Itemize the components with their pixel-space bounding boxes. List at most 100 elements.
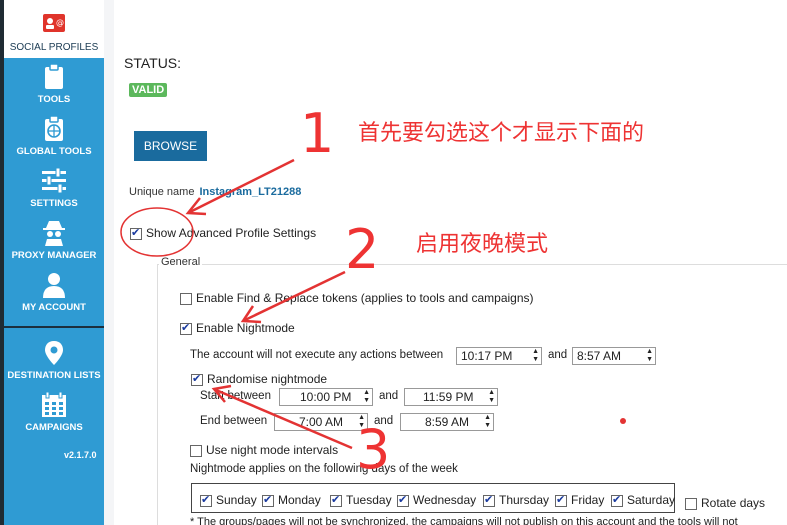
end-to-time-picker[interactable]: 8:59 AM ▲ ▼ [400,413,494,431]
night-end-time-picker[interactable]: 8:57 AM ▲ ▼ [572,347,656,365]
intervals-label[interactable]: Use night mode intervals [206,443,338,457]
sidebar-item-proxy-manager[interactable]: PROXY MANAGER [4,220,104,261]
browse-button[interactable]: BROWSE [134,131,207,161]
day-checkbox[interactable] [611,493,623,507]
find-replace-checkbox[interactable] [180,292,192,305]
map-pin-icon [45,341,63,365]
sliders-icon [42,168,66,194]
start-to-value: 11:59 PM [423,390,474,404]
day-sunday[interactable]: Sunday [200,493,257,507]
day-monday[interactable]: Monday [262,493,321,507]
annotation-number-1: 1 [300,102,335,165]
day-label: Wednesday [413,493,477,507]
status-label: STATUS: [124,55,182,71]
day-checkbox[interactable] [200,493,212,507]
sidebar-item-my-account[interactable]: MY ACCOUNT [4,272,104,313]
day-friday[interactable]: Friday [555,493,604,507]
status-badge: VALID [129,83,168,97]
randomise-row: Randomise nightmode [191,372,327,386]
sidebar-item-settings[interactable]: SETTINGS [4,168,104,209]
day-label: Tuesday [346,493,392,507]
and-text: and [379,390,399,402]
annotation-note-1: 首先要勾选这个才显示下面的 [358,121,645,146]
night-start-time-picker[interactable]: 10:17 PM ▲ ▼ [456,347,542,365]
sidebar-item-label: SETTINGS [30,198,78,209]
day-checkbox[interactable] [397,493,409,507]
sidebar-item-social-profiles[interactable]: @ SOCIAL PROFILES [4,0,104,58]
annotation-note-2: 启用夜晚模式 [416,232,549,257]
spinner-arrows-icon[interactable]: ▲ ▼ [488,389,495,405]
find-replace-label[interactable]: Enable Find & Replace tokens (applies to… [196,291,534,305]
footnote-text: * The groups/pages will not be synchroni… [190,516,738,525]
nightmode-between-text: The account will not execute any actions… [190,349,444,361]
panel-gutter [104,0,114,525]
rotate-days-checkbox[interactable] [685,497,697,510]
day-checkbox[interactable] [262,493,274,507]
day-tuesday[interactable]: Tuesday [330,493,392,507]
general-legend: General [159,256,203,268]
start-from-value: 10:00 PM [300,390,352,404]
sidebar-item-label: SOCIAL PROFILES [9,42,99,53]
end-to-value: 8:59 AM [425,415,470,429]
night-start-value: 10:17 PM [461,349,513,363]
day-checkbox[interactable] [330,493,342,507]
version-label: v2.1.7.0 [64,450,97,460]
rotate-days-row: Rotate days [685,496,765,510]
day-saturday[interactable]: Saturday [611,493,675,507]
start-between-label: Start between [200,390,271,402]
day-thursday[interactable]: Thursday [483,493,549,507]
day-label: Thursday [499,493,550,507]
day-label: Saturday [627,493,676,507]
show-advanced-checkbox[interactable] [130,226,142,240]
calendar-icon [42,392,66,417]
find-replace-row: Enable Find & Replace tokens (applies to… [180,291,534,305]
night-end-value: 8:57 AM [577,349,622,363]
sidebar-item-label: GLOBAL TOOLS [16,146,92,157]
nightmode-label[interactable]: Enable Nightmode [196,321,295,335]
sidebar-item-destination-lists[interactable]: DESTINATION LISTS [4,340,104,381]
intervals-checkbox[interactable] [190,444,202,457]
sidebar-item-label: PROXY MANAGER [11,250,97,261]
day-wednesday[interactable]: Wednesday [397,493,476,507]
spinner-arrows-icon[interactable]: ▲ ▼ [646,348,653,364]
sidebar-item-campaigns[interactable]: CAMPAIGNS [4,392,104,433]
intervals-row: Use night mode intervals [190,443,338,457]
day-checkbox[interactable] [483,493,495,507]
sidebar-item-tools[interactable]: TOOLS [4,64,104,105]
rotate-days-label[interactable]: Rotate days [701,496,765,510]
randomise-checkbox[interactable] [191,372,203,386]
sidebar: @ SOCIAL PROFILES TOOLS GLOBAL TOOLS SET… [4,0,104,525]
nightmode-row: Enable Nightmode [180,321,295,335]
day-label: Sunday [216,493,257,507]
start-from-time-picker[interactable]: 10:00 PM ▲ ▼ [279,388,373,406]
end-between-label: End between [200,415,268,427]
spinner-arrows-icon[interactable]: ▲ ▼ [532,348,539,364]
end-from-time-picker[interactable]: 7:00 AM ▲ ▼ [274,413,368,431]
sidebar-item-label: DESTINATION LISTS [7,370,101,381]
social-profiles-icon: @ [43,14,65,32]
unique-name-label: Unique name [129,186,195,198]
sidebar-separator [4,326,104,328]
annotation-number-3: 3 [356,418,391,481]
spinner-arrows-icon[interactable]: ▲ ▼ [484,414,491,430]
profile-settings-panel: STATUS: VALID BROWSE Unique name Instagra… [114,0,787,525]
show-advanced-label[interactable]: Show Advanced Profile Settings [146,226,316,240]
annotation-number-2: 2 [345,218,380,281]
and-text: and [548,349,568,361]
applies-text: Nightmode applies on the following days … [190,463,458,475]
start-to-time-picker[interactable]: 11:59 PM ▲ ▼ [404,388,498,406]
show-advanced-row: Show Advanced Profile Settings [130,226,316,240]
spinner-arrows-icon[interactable]: ▲ ▼ [363,389,370,405]
sidebar-item-label: TOOLS [37,94,71,105]
day-label: Friday [571,493,605,507]
sidebar-item-label: MY ACCOUNT [22,302,86,313]
svg-text:@: @ [56,18,64,27]
nightmode-checkbox[interactable] [180,321,192,335]
randomise-label[interactable]: Randomise nightmode [207,372,327,386]
sidebar-item-global-tools[interactable]: GLOBAL TOOLS [4,116,104,157]
clipboard-icon [45,64,63,89]
day-checkbox[interactable] [555,493,567,507]
unique-name-value: Instagram_LT21288 [199,186,302,198]
spy-icon [43,221,65,246]
day-label: Monday [278,493,321,507]
